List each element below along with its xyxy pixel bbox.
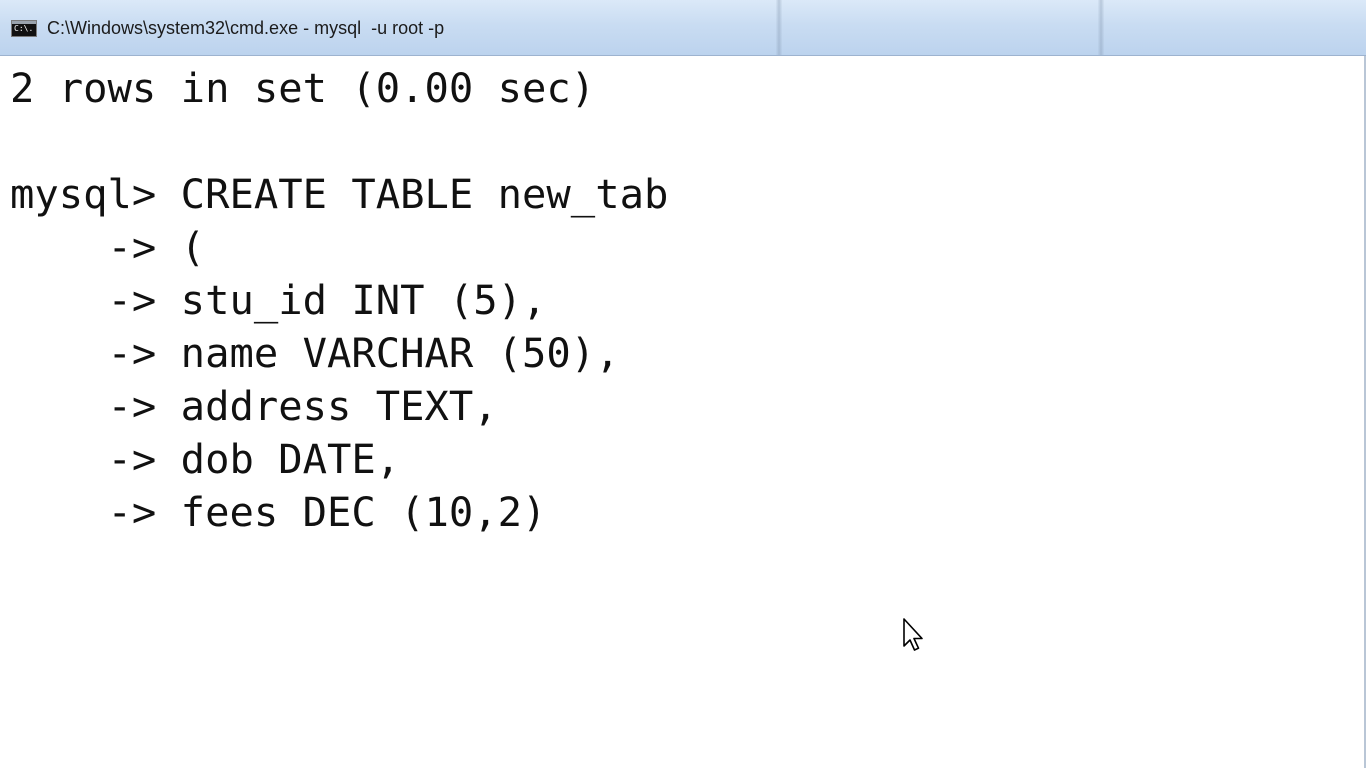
console-output[interactable]: 2 rows in set (0.00 sec) mysql> CREATE T… xyxy=(0,56,1366,768)
console-line: -> fees DEC (10,2) xyxy=(10,488,547,536)
titlebar-glass-streak xyxy=(1098,0,1104,55)
cmd-icon[interactable]: C:\. xyxy=(11,20,37,37)
mouse-pointer-icon xyxy=(903,618,923,651)
console-line: -> address TEXT, xyxy=(10,382,498,430)
console-line: -> ( xyxy=(10,223,206,271)
console-line: -> stu_id INT (5), xyxy=(10,276,547,324)
cmd-window: C:\. C:\Windows\system32\cmd.exe - mysql… xyxy=(0,0,1366,768)
titlebar-glass-streak xyxy=(776,0,782,55)
console-line: mysql> CREATE TABLE new_tab xyxy=(10,170,669,218)
cmd-icon-glyph: C:\. xyxy=(14,24,34,33)
console-line: -> name VARCHAR (50), xyxy=(10,329,620,377)
console-line: 2 rows in set (0.00 sec) xyxy=(10,64,596,112)
title-bar[interactable]: C:\. C:\Windows\system32\cmd.exe - mysql… xyxy=(0,0,1366,56)
window-title: C:\Windows\system32\cmd.exe - mysql -u r… xyxy=(47,18,445,38)
console-line: -> dob DATE, xyxy=(10,435,401,483)
